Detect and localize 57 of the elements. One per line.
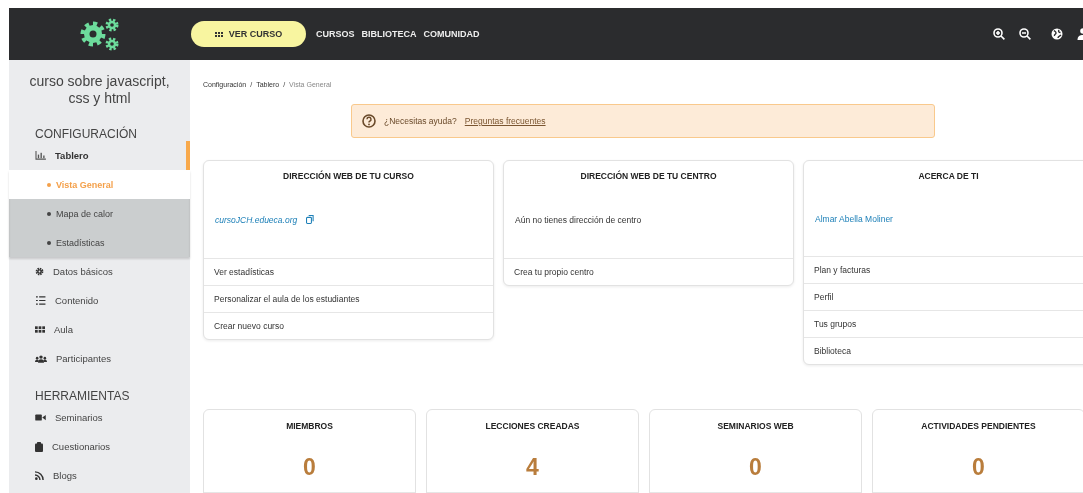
rss-icon [35,471,44,480]
card-title: DIRECCIÓN WEB DE TU CURSO [282,169,415,181]
stat-title: SEMINARIOS WEB [716,420,795,431]
stat-value: 4 [525,454,540,481]
zoom-out-icon[interactable] [1019,28,1031,40]
card-link[interactable]: Personalizar el aula de los estudiantes [204,285,493,312]
course-title: curso sobre javascript, css y html [28,72,171,107]
nav-link[interactable]: COMUNIDAD [423,29,480,39]
sidebar-item[interactable]: Seminarios [9,403,190,432]
zoom-in-icon[interactable] [993,28,1005,40]
section-heading: CONFIGURACIÓN [34,125,138,141]
copy-icon[interactable] [306,215,315,224]
clipboard-icon [35,441,43,452]
sidebar-item[interactable]: Aula [9,315,190,344]
card-link[interactable]: Perfil [804,283,1083,310]
globe-icon[interactable] [1051,28,1063,40]
nav-link[interactable]: CURSOS [316,29,355,39]
video-camera-icon [35,414,46,421]
list-icon [35,296,46,305]
stat-value: 0 [748,454,763,481]
card-link[interactable]: Ver estadísticas [204,258,493,285]
card-link[interactable]: Tus grupos [804,310,1083,337]
card-link[interactable]: Plan y facturas [804,256,1083,283]
sidebar-item[interactable]: Datos básicos [9,257,190,286]
info-text: Aún no tienes dirección de centro [515,214,642,225]
course-url-link[interactable]: cursoJCH.edueca.org [215,214,298,225]
help-text: ¿Necesitas ayuda? [384,116,457,126]
sidebar-item[interactable]: Contenido [9,286,190,315]
sidebar-subitem[interactable]: Mapa de calor [9,199,190,228]
user-name-link[interactable]: Almar Abella Moliner [815,213,893,224]
help-icon [362,114,376,128]
section-heading: HERRAMIENTAS [34,388,131,403]
card-title: ACERCA DE TI [917,170,980,181]
sidebar-item[interactable]: Cuestionarios [9,432,190,461]
stat-value: 0 [302,454,317,481]
card-link[interactable]: Biblioteca [804,337,1083,364]
users-icon [35,354,47,363]
card-title: DIRECCIÓN WEB DE TU CENTRO [579,169,718,181]
stat-title: MIEMBROS [285,420,334,431]
grid-icon [214,31,223,37]
faq-link[interactable]: Preguntas frecuentes [464,116,546,126]
gear-icon [35,267,44,276]
sidebar-item[interactable]: Tablero [9,141,190,170]
stat-value: 0 [971,454,986,481]
gears-logo-icon[interactable] [78,17,121,51]
nav-link[interactable]: BIBLIOTECA [361,29,417,39]
sidebar-item[interactable]: Participantes [9,344,190,373]
chart-icon [35,151,46,160]
sidebar-subitem[interactable]: Estadísticas [9,228,190,257]
stat-title: ACTIVIDADES PENDIENTES [920,420,1037,431]
card-link[interactable]: Crea tu propio centro [504,258,793,285]
stat-title: LECCIONES CREADAS [484,420,581,431]
view-course-button[interactable]: VER CURSO [191,21,306,47]
sidebar-item[interactable]: Blogs [9,461,190,490]
card-link[interactable]: Crear nuevo curso [204,312,493,339]
grid-icon [35,326,45,333]
user-icon[interactable] [1077,28,1083,40]
